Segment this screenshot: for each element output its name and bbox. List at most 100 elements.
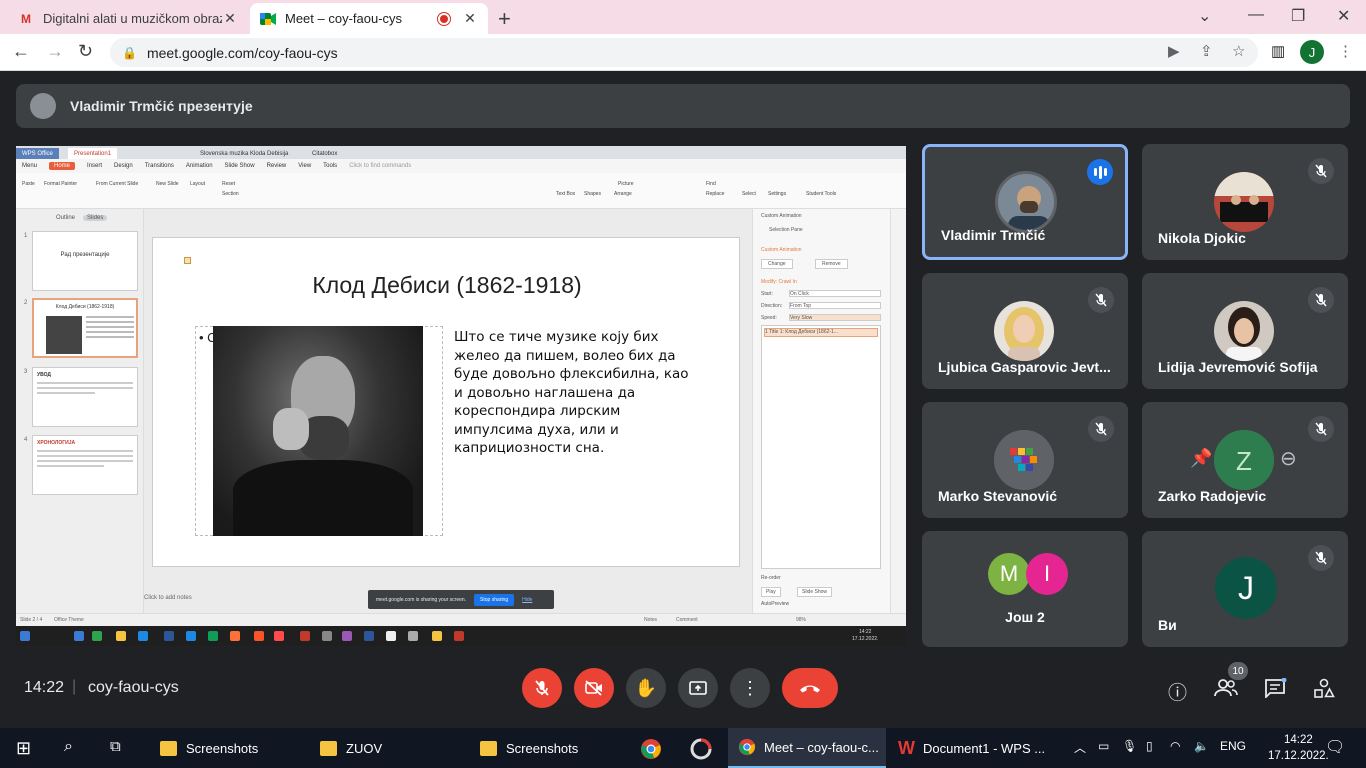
activities-icon[interactable] — [1313, 678, 1335, 704]
raise-hand-button[interactable]: ✋ — [626, 668, 666, 708]
menu-item[interactable]: Insert — [87, 163, 102, 169]
taskbar-clock[interactable]: 14:22 17.12.2022. — [1268, 732, 1329, 764]
slide-thumbnail[interactable]: УВОД — [32, 367, 138, 427]
network-drive-icon[interactable]: ▭ — [1098, 739, 1109, 753]
play-button[interactable]: Play — [761, 587, 781, 597]
slideshow-button[interactable]: Slide Show — [797, 587, 833, 597]
ribbon-button[interactable]: Settings — [768, 191, 786, 197]
participant-tile[interactable]: Vladimir Trmčić — [922, 144, 1128, 260]
wps-tab[interactable]: Presentation1 — [68, 148, 118, 159]
ribbon-button[interactable]: Student Tools — [806, 191, 836, 197]
participant-tile-self[interactable]: J Ви — [1142, 531, 1348, 647]
wps-tab[interactable]: Slovenska muzika Kloda Debisija — [194, 148, 294, 159]
ribbon-button[interactable]: From Current Slide — [96, 181, 138, 187]
ribbon-button[interactable]: New Slide — [156, 181, 179, 187]
share-icon[interactable]: ⇪ — [1200, 42, 1213, 60]
forward-icon[interactable]: → — [46, 41, 64, 62]
slide-thumbnail[interactable]: Рад презентације — [32, 231, 138, 291]
hide-button[interactable]: Hide — [522, 597, 532, 603]
tab-search-icon[interactable]: ⌄ — [1198, 6, 1211, 26]
ribbon-button[interactable]: Paste — [22, 181, 35, 187]
menu-item[interactable]: Tools — [323, 163, 337, 169]
ribbon-button[interactable]: Text Box — [556, 191, 575, 197]
start-select[interactable]: On Click — [789, 290, 881, 297]
slide-thumbnail-selected[interactable]: Клод Дебиси (1862-1918) — [32, 298, 138, 358]
notes-placeholder[interactable]: Click to add notes — [144, 595, 192, 601]
animation-marker-icon[interactable] — [184, 257, 191, 264]
leave-call-button[interactable] — [782, 668, 838, 708]
menu-item[interactable]: Slide Show — [225, 163, 255, 169]
present-button[interactable] — [678, 668, 718, 708]
selection-pane-button[interactable]: Selection Pane — [769, 227, 803, 233]
task-view-icon[interactable]: ⧉ — [110, 738, 121, 755]
wifi-icon[interactable]: ◠ — [1170, 739, 1180, 753]
menu-item[interactable]: View — [298, 163, 311, 169]
ribbon-button[interactable]: Shapes — [584, 191, 601, 197]
participant-tile[interactable]: Lidija Jevremović Sofija — [1142, 273, 1348, 389]
animation-list[interactable]: 1 Title 1: Клод Дебиси (1862-1... — [761, 325, 881, 569]
ribbon-button[interactable]: Replace — [706, 191, 724, 197]
participant-tile[interactable]: Z 📌 ⊖ Zarko Radojevic — [1142, 402, 1348, 518]
mic-toggle-button[interactable] — [522, 668, 562, 708]
language-indicator[interactable]: ENG — [1220, 739, 1246, 753]
bookmark-star-icon[interactable]: ☆ — [1232, 42, 1245, 60]
chevron-up-icon[interactable]: ︿ — [1074, 739, 1086, 756]
tab-gmail[interactable]: M Digitalni alati u muzičkom obrazc ✕ — [8, 3, 248, 34]
ribbon-button[interactable]: Select — [742, 191, 756, 197]
reload-icon[interactable]: ↻ — [78, 41, 93, 62]
taskbar-item[interactable]: W Document1 - WPS ... — [890, 728, 1048, 768]
menu-item[interactable]: Animation — [186, 163, 213, 169]
taskbar-item-active[interactable]: Meet – coy-faou-c... — [728, 728, 886, 768]
menu-item[interactable]: Menu — [22, 163, 37, 169]
ribbon-button[interactable]: Picture — [618, 181, 634, 187]
profile-avatar[interactable]: J — [1300, 40, 1324, 64]
autopreview-checkbox[interactable]: AutoPreview — [761, 601, 789, 607]
close-icon[interactable]: ✕ — [462, 10, 478, 27]
back-icon[interactable]: ← — [12, 41, 30, 62]
ribbon-button[interactable]: Find — [706, 181, 716, 187]
zoom-level[interactable]: 98% — [796, 617, 806, 623]
notification-icon[interactable]: 🗨 — [1325, 737, 1345, 757]
change-button[interactable]: Change — [761, 259, 793, 269]
microphone-icon[interactable]: 🎙 — [1122, 739, 1137, 753]
new-tab-button[interactable]: + — [498, 6, 511, 32]
taskbar-item[interactable]: Screenshots — [472, 728, 622, 768]
tab-meet[interactable]: Meet – coy-faou-cys ✕ — [250, 3, 488, 34]
side-panel-icon[interactable]: ▥ — [1271, 42, 1285, 60]
windows-start-icon[interactable]: ⊞ — [16, 738, 31, 759]
wps-tab[interactable]: WPS Office — [16, 148, 59, 159]
chrome-icon[interactable] — [640, 738, 662, 763]
slides-tab[interactable]: Slides — [83, 215, 108, 221]
stop-sharing-button[interactable]: Stop sharing — [474, 593, 515, 606]
animation-list-item[interactable]: 1 Title 1: Клод Дебиси (1862-1... — [764, 328, 878, 337]
remove-icon[interactable]: ⊖ — [1280, 446, 1297, 471]
taskbar-item[interactable]: ZUOV — [312, 728, 462, 768]
outline-tab[interactable]: Outline — [56, 215, 75, 221]
camera-toggle-button[interactable] — [574, 668, 614, 708]
notes-toggle[interactable]: Notes — [644, 617, 657, 623]
more-options-button[interactable]: ⋮ — [730, 668, 770, 708]
ribbon-button[interactable]: Arrange — [614, 191, 632, 197]
ribbon-button[interactable]: Format Painter — [44, 181, 77, 187]
speed-select[interactable]: Very Slow — [789, 314, 881, 321]
chat-icon[interactable] — [1264, 677, 1288, 704]
remove-button[interactable]: Remove — [815, 259, 848, 269]
people-icon[interactable] — [1214, 678, 1238, 704]
slide-title[interactable]: Клод Дебиси (1862-1918) — [153, 272, 741, 299]
battery-icon[interactable]: ▯ — [1146, 739, 1153, 753]
maximize-button[interactable]: ❐ — [1291, 6, 1305, 26]
slide-thumbnail[interactable]: ХРОНОЛОГИЈА — [32, 435, 138, 495]
info-icon[interactable]: ⓘ — [1168, 678, 1187, 705]
menu-item-home[interactable]: Home — [49, 162, 76, 170]
ribbon-button[interactable]: Section — [222, 191, 239, 197]
participant-tile-more[interactable]: M I Још 2 — [922, 531, 1128, 647]
comment-toggle[interactable]: Comment — [676, 617, 698, 623]
pin-icon[interactable]: 📌 — [1190, 448, 1212, 469]
volume-icon[interactable]: 🔈 — [1194, 739, 1209, 753]
menu-item[interactable]: Transitions — [145, 163, 174, 169]
debussy-portrait-image[interactable] — [213, 326, 423, 536]
search-icon[interactable]: ⌕ — [64, 738, 73, 756]
participant-tile[interactable]: Marko Stevanović — [922, 402, 1128, 518]
direction-select[interactable]: From Top — [789, 302, 881, 309]
ribbon-button[interactable]: Layout — [190, 181, 205, 187]
